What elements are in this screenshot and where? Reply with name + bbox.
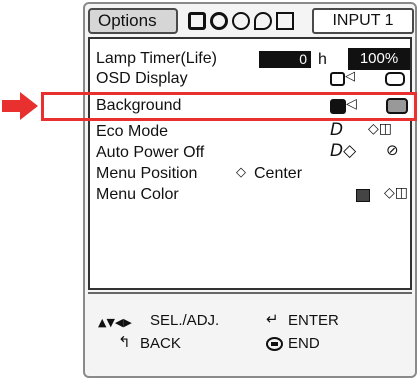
- end-button-icon: [266, 337, 283, 351]
- selection-highlight: [41, 92, 417, 121]
- eco-mode-off-icon[interactable]: ◇◫: [368, 121, 392, 137]
- menu-item-label: Auto Power Off: [96, 144, 205, 161]
- footer-sel-adj: SEL./ADJ.: [150, 312, 220, 329]
- footer-divider: [88, 292, 412, 294]
- menu-color-alt-icon[interactable]: ◇◫: [384, 185, 408, 201]
- footer-end: END: [288, 335, 320, 352]
- tab-options[interactable]: Options: [88, 8, 178, 34]
- footer-back: BACK: [140, 335, 181, 352]
- auto-power-off-off-icon[interactable]: ⊘: [386, 141, 399, 159]
- lamp-timer-value: 0: [259, 51, 311, 68]
- navigation-arrows-icon: ▲▼◀▶: [98, 316, 132, 329]
- tab-icon-group: [188, 8, 302, 34]
- picture-tab-icon[interactable]: [188, 12, 206, 30]
- menu-item-menu-position[interactable]: Menu Position: [96, 164, 197, 184]
- input-tab[interactable]: INPUT 1: [312, 8, 414, 34]
- osd-display-off-icon[interactable]: [385, 72, 405, 86]
- footer-enter: ENTER: [288, 312, 339, 329]
- menu-item-label: Lamp Timer(Life): [96, 50, 217, 67]
- eco-mode-on-icon[interactable]: D: [330, 120, 343, 140]
- audio-tab-icon[interactable]: [232, 12, 250, 30]
- sync-tab-icon[interactable]: [210, 12, 228, 30]
- menu-item-menu-color[interactable]: Menu Color: [96, 185, 179, 205]
- menu-item-label: OSD Display: [96, 70, 188, 87]
- back-icon: ↰: [118, 333, 131, 351]
- auto-power-off-on-icon[interactable]: D◇: [330, 141, 356, 161]
- menu-item-eco-mode[interactable]: Eco Mode: [96, 122, 168, 142]
- menu-item-auto-power-off[interactable]: Auto Power Off: [96, 143, 204, 163]
- osd-display-arrow-icon: ◁: [345, 69, 355, 84]
- pointer-arrow-icon: [2, 92, 38, 120]
- menu-position-arrow-icon: ◇: [236, 165, 246, 180]
- display-tab-icon[interactable]: [276, 12, 294, 30]
- speech-tab-icon[interactable]: [254, 12, 272, 30]
- osd-display-on-icon[interactable]: [330, 72, 345, 86]
- menu-item-label: Eco Mode: [96, 123, 169, 140]
- enter-icon: ↵: [266, 310, 279, 328]
- menu-item-osd-display[interactable]: OSD Display: [96, 69, 188, 89]
- lamp-timer-unit: h: [318, 51, 327, 68]
- menu-color-standard-icon[interactable]: [356, 189, 370, 202]
- menu-item-label: Menu Color: [96, 186, 179, 203]
- lamp-life-percent: 100%: [348, 48, 410, 70]
- menu-item-lamp-timer[interactable]: Lamp Timer(Life): [96, 49, 217, 69]
- menu-position-value[interactable]: Center: [254, 164, 302, 184]
- menu-item-label: Menu Position: [96, 165, 198, 182]
